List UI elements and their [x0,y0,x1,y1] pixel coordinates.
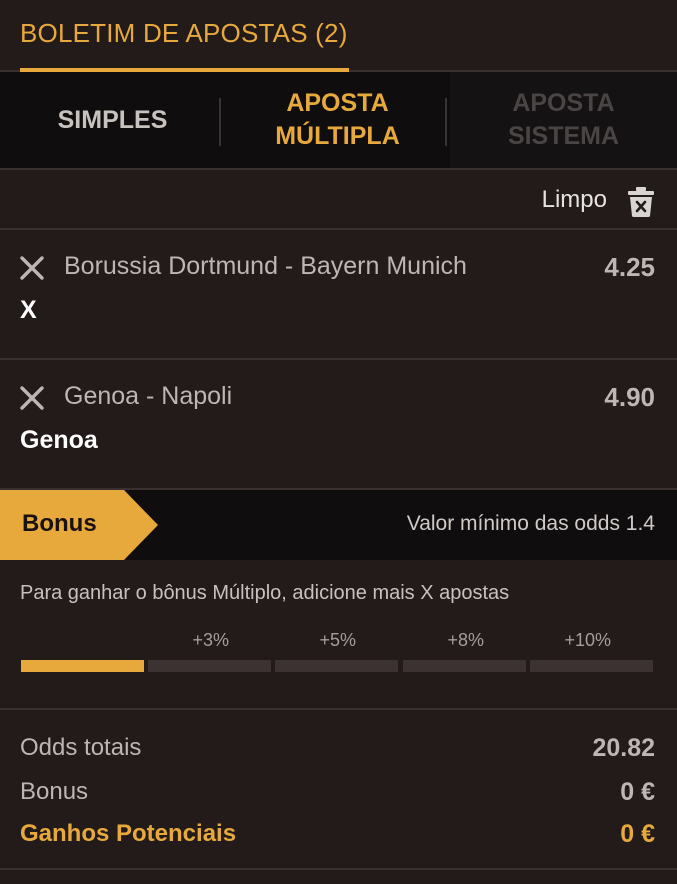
close-icon[interactable] [20,386,44,410]
bonus-step-label: +5% [319,630,356,650]
tab-sistema-line2: SISTEMA [507,122,620,150]
bet-item: Borussia Dortmund - Bayern Munich 4.25 X [0,230,677,360]
bet-item: Genoa - Napoli 4.90 Genoa [0,360,677,490]
bonus-step-bar [21,660,144,672]
bonus-step: +3% [148,630,271,674]
bonus-row: Bonus 0 € [20,778,655,814]
bet-odds: 4.25 [604,252,655,282]
trash-icon[interactable] [628,187,654,217]
bonus-step-label: +10% [564,630,611,650]
clear-row: Limpo [0,170,677,230]
bonus-step: +5% [275,630,398,674]
bonus-step: +8% [403,630,526,674]
close-icon[interactable] [20,256,44,280]
bonus-step-label: +8% [447,630,484,650]
bonus-step-bar [403,660,526,672]
tab-simples-label: SIMPLES [57,105,168,134]
tab-multipla-line2: MÚLTIPLA [275,122,400,150]
bonus-tag-label: Bonus [22,510,97,537]
tab-divider [219,98,221,146]
bonus-step [21,630,144,674]
total-odds-value: 20.82 [592,734,655,762]
total-odds-label: Odds totais [20,734,142,761]
bonus-step-bar [530,660,653,672]
potential-gain-value: 0 € [620,820,655,848]
tab-divider [445,98,447,146]
bonus-step: +10% [530,630,653,674]
bonus-min-odds: Valor mínimo das odds 1.4 [406,512,655,535]
betslip-header: BOLETIM DE APOSTAS (2) [0,0,677,72]
bonus-label: Bonus [20,778,89,805]
bonus-progress: +3% +5% +8% +10% [21,630,655,674]
bonus-bar: Bonus Valor mínimo das odds 1.4 [0,490,677,560]
potential-gain-label: Ganhos Potenciais [20,820,237,847]
total-odds-row: Odds totais 20.82 [20,734,655,770]
bet-type-tabs: SIMPLES APOSTA MÚLTIPLA APOSTA SISTEMA [0,72,677,170]
bet-match: Borussia Dortmund - Bayern Munich [64,252,467,280]
bonus-progress-section: Para ganhar o bônus Múltiplo, adicione m… [0,560,677,710]
tab-simples[interactable]: SIMPLES [0,72,225,168]
bet-odds: 4.90 [604,382,655,412]
bonus-step-bar [275,660,398,672]
tab-aposta-sistema[interactable]: APOSTA SISTEMA [450,72,677,168]
bonus-step-bar [148,660,271,672]
bet-match: Genoa - Napoli [64,382,233,410]
bet-pick: Genoa [20,426,98,454]
potential-gain-row: Ganhos Potenciais 0 € [20,820,655,856]
bonus-value: 0 € [620,778,655,806]
bonus-step-label: +3% [192,630,229,650]
betslip-title[interactable]: BOLETIM DE APOSTAS (2) [20,18,348,49]
tab-multipla-line1: APOSTA [286,89,389,117]
tab-sistema-line1: APOSTA [512,89,615,117]
bonus-info-text: Para ganhar o bônus Múltiplo, adicione m… [20,582,510,604]
totals-section: Odds totais 20.82 Bonus 0 € Ganhos Poten… [0,710,677,870]
clear-button[interactable]: Limpo [542,186,607,214]
bet-pick: X [20,296,37,324]
tab-aposta-multipla[interactable]: APOSTA MÚLTIPLA [225,72,450,168]
